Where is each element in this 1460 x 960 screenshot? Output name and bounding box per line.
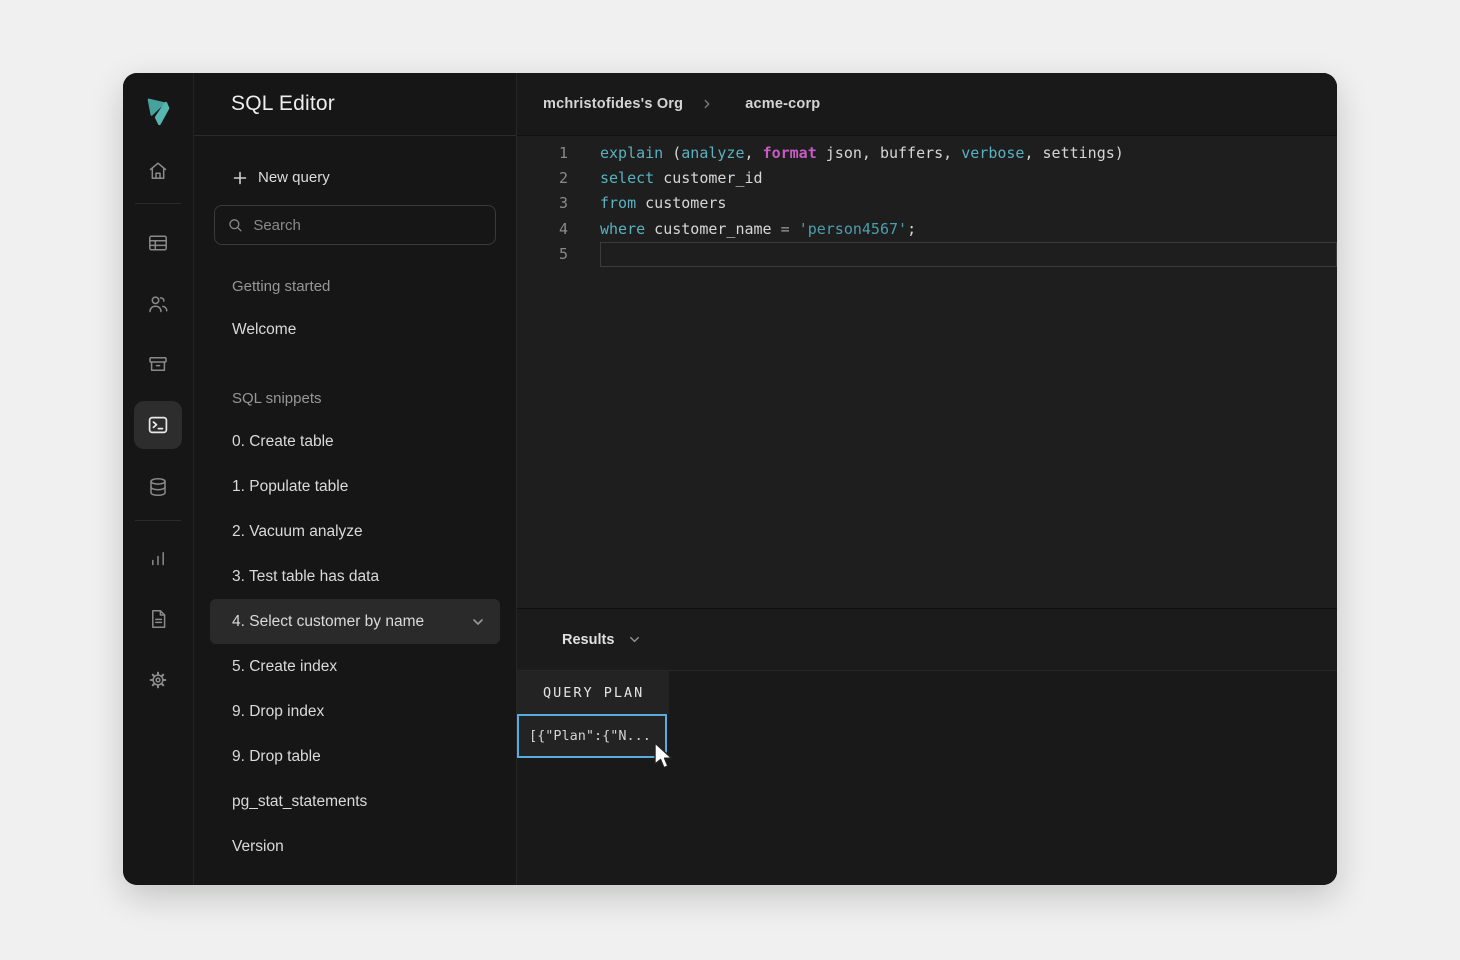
sidebar-item[interactable]: 3. Test table has data: [210, 554, 500, 599]
sidebar-item-label: 0. Create table: [232, 433, 334, 451]
code-text: where customer_name = 'person4567';: [600, 216, 1337, 241]
bar-chart-icon[interactable]: [146, 546, 170, 570]
results-dropdown-label[interactable]: Results: [562, 632, 614, 648]
main-panel: mchristofides's Org acme-corp 1 explain (…: [517, 73, 1337, 885]
users-icon[interactable]: [146, 292, 170, 316]
sidebar-item[interactable]: 1. Populate table: [210, 464, 500, 509]
new-query-button[interactable]: New query: [194, 169, 516, 186]
app-window: SQL Editor New query Getting started Welc…: [123, 73, 1337, 885]
sidebar-item-label: Welcome: [232, 321, 296, 339]
sidebar-item-label: 3. Test table has data: [232, 568, 379, 586]
sidebar-item-label: 9. Drop index: [232, 703, 324, 721]
sidebar-item[interactable]: 4. Select customer by name: [210, 599, 500, 644]
sidebar-header: SQL Editor: [194, 73, 516, 136]
breadcrumb: mchristofides's Org acme-corp: [517, 73, 1337, 136]
chevron-right-icon: [700, 97, 714, 111]
rail-divider: [135, 520, 181, 521]
breadcrumb-org[interactable]: mchristofides's Org: [543, 96, 683, 112]
code-text: explain (analyze, format json, buffers, …: [600, 140, 1337, 165]
line-number: 1: [517, 144, 568, 162]
nav-section-title: SQL snippets: [210, 378, 500, 419]
sidebar-item[interactable]: 9. Drop table: [210, 734, 500, 779]
code-line[interactable]: 3 from customers: [517, 191, 1337, 216]
sidebar-item-label: 2. Vacuum analyze: [232, 523, 363, 541]
breadcrumb-project[interactable]: acme-corp: [745, 96, 820, 112]
archive-icon[interactable]: [146, 352, 170, 376]
bolt-logo-icon[interactable]: [141, 94, 175, 128]
sidebar-item-label: 1. Populate table: [232, 478, 348, 496]
code-line[interactable]: 2 select customer_id: [517, 165, 1337, 190]
nav-section-title: Getting started: [210, 266, 500, 307]
rail-divider: [135, 203, 181, 204]
line-number: 2: [517, 169, 568, 187]
document-icon[interactable]: [146, 607, 170, 631]
sidebar-nav: Getting started Welcome SQL snippets 0. Cre…: [194, 266, 516, 869]
code-text: select customer_id: [600, 165, 1337, 190]
search-icon: [228, 217, 243, 234]
sidebar-item-label: Version: [232, 838, 284, 856]
sidebar-item[interactable]: 2. Vacuum analyze: [210, 509, 500, 554]
icon-rail: [123, 73, 193, 885]
query-plan-cell[interactable]: [{"Plan":{"N...: [517, 714, 667, 758]
gear-icon[interactable]: [146, 668, 170, 692]
new-query-label: New query: [258, 169, 330, 186]
sidebar-item-label: 9. Drop table: [232, 748, 321, 766]
sidebar: SQL Editor New query Getting started Welc…: [193, 73, 517, 885]
line-number: 4: [517, 220, 568, 238]
database-icon[interactable]: [146, 475, 170, 499]
results-toolbar: Results: [517, 608, 1337, 670]
search-box[interactable]: [214, 205, 496, 245]
results-panel: QUERY PLAN [{"Plan":{"N...: [517, 670, 1337, 885]
sidebar-item-label: 4. Select customer by name: [232, 613, 424, 631]
chevron-down-icon: [470, 614, 486, 630]
plus-icon: [232, 170, 248, 186]
sql-editor-icon[interactable]: [134, 401, 182, 449]
tables-icon[interactable]: [146, 231, 170, 255]
sidebar-item-label: pg_stat_statements: [232, 793, 367, 811]
code-line[interactable]: 1 explain (analyze, format json, buffers,…: [517, 140, 1337, 165]
code-text: from customers: [600, 191, 1337, 216]
sidebar-item[interactable]: 5. Create index: [210, 644, 500, 689]
sidebar-item[interactable]: pg_stat_statements: [210, 779, 500, 824]
home-icon[interactable]: [146, 159, 170, 183]
code-text: [600, 242, 1337, 267]
query-plan-column-header: QUERY PLAN: [517, 671, 669, 714]
code-line[interactable]: 5: [517, 242, 1337, 267]
sidebar-item[interactable]: Welcome: [210, 307, 500, 352]
chevron-down-icon[interactable]: [627, 632, 642, 647]
search-input[interactable]: [253, 217, 482, 234]
sidebar-item[interactable]: Version: [210, 824, 500, 869]
line-number: 5: [517, 245, 568, 263]
sql-code-editor[interactable]: 1 explain (analyze, format json, buffers,…: [517, 136, 1337, 608]
line-number: 3: [517, 194, 568, 212]
sidebar-item-label: 5. Create index: [232, 658, 337, 676]
page-title: SQL Editor: [231, 92, 335, 116]
code-line[interactable]: 4 where customer_name = 'person4567';: [517, 216, 1337, 241]
sidebar-item[interactable]: 9. Drop index: [210, 689, 500, 734]
sidebar-item[interactable]: 0. Create table: [210, 419, 500, 464]
